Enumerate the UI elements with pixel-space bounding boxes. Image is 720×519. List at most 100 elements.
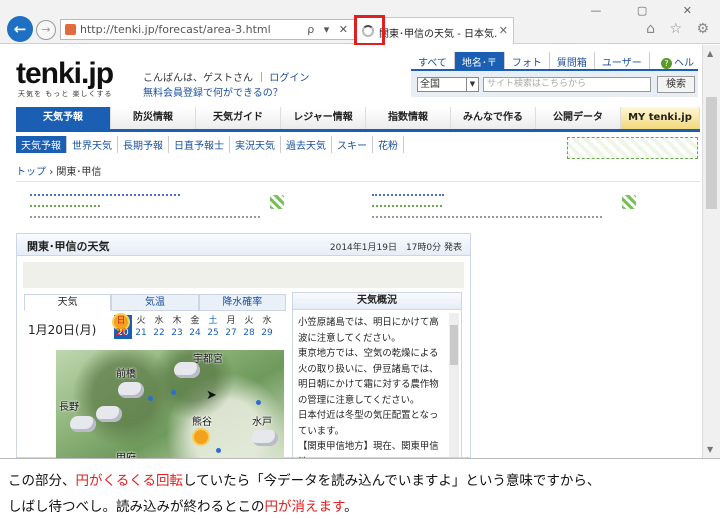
login-link[interactable]: ログイン	[269, 73, 309, 84]
day-number: 27	[225, 328, 237, 338]
sub-nav: 天気予報 世界天気 長期予報 日直予報士 実況天気 過去天気 スキー 花粉	[16, 136, 576, 153]
greeting: こんばんは、ゲストさん ｜ ログイン	[143, 69, 309, 84]
window-controls[interactable]: — ▢ ✕	[590, 4, 708, 17]
page-scrollbar[interactable]: ▲ ▼	[702, 45, 720, 458]
toolbar-icons[interactable]: ⌂ ☆ ⚙	[646, 21, 714, 37]
cloud-icon	[118, 382, 144, 398]
day-24[interactable]: 金 24	[186, 315, 204, 339]
loading-area	[23, 262, 464, 288]
sun-icon	[194, 430, 208, 444]
subnav-pollen[interactable]: 花粉	[373, 136, 404, 153]
city-maebashi: 前橋	[116, 369, 136, 380]
scope-qa[interactable]: 質問箱	[550, 52, 595, 69]
summary-line: 小笠原諸島では、明日にかけて高	[298, 317, 439, 328]
summary-text: 小笠原諸島では、明日にかけて高 波に注意してください。 東京地方では、空気の乾燥によ…	[298, 315, 444, 458]
panel-title: 関東･甲信の天気	[27, 240, 110, 253]
address-controls[interactable]: ρ ▾ ✕	[307, 23, 351, 36]
day-number: 25	[207, 328, 219, 338]
text-ad-left[interactable]	[30, 186, 270, 222]
summary-line: 明日朝にかけて霜に対する農作物	[298, 379, 439, 390]
day-28[interactable]: 火 28	[240, 315, 258, 339]
scope-photo[interactable]: フォト	[505, 52, 550, 69]
tab-close-icon[interactable]: ✕	[499, 24, 508, 37]
back-button[interactable]: ←	[7, 16, 33, 42]
tab-title: 関東･甲信の天気 - 日本気…	[379, 29, 497, 40]
banner-ad[interactable]	[567, 137, 698, 159]
summary-line: ています。	[298, 425, 344, 437]
day-21[interactable]: 火 21	[132, 315, 150, 339]
cloud-icon	[252, 430, 278, 446]
snow-cloud-icon	[70, 416, 96, 432]
day-number: 22	[153, 328, 165, 338]
summary-title: 天気概況	[293, 293, 461, 310]
subnav-world[interactable]: 世界天気	[67, 136, 118, 153]
weather-map[interactable]: 宇都宮 前橋 長野 熊谷 水戸 甲府 ➤	[56, 350, 284, 458]
station-dot-icon	[148, 396, 153, 401]
region-select[interactable]: 全国 ▼	[417, 77, 479, 92]
panel-header: 関東･甲信の天気 2014年1月19日 17時0分 発表	[17, 234, 470, 256]
address-url[interactable]: http://tenki.jp/forecast/area-3.html	[80, 23, 271, 36]
summary-line: 火の取り扱いに、伊豆諸島では、	[298, 363, 439, 375]
ad-badge-icon	[270, 195, 284, 209]
tab-temperature[interactable]: 気温	[111, 294, 199, 311]
site-tagline: 天気を もっと 楽しくする	[18, 90, 113, 98]
mouse-cursor-icon: ➤	[206, 388, 217, 403]
subnav-long-range[interactable]: 長期予報	[118, 136, 169, 153]
day-number: 28	[243, 328, 255, 338]
scope-place[interactable]: 地名･〒	[454, 52, 505, 69]
tab-precipitation[interactable]: 降水確率	[198, 294, 286, 311]
caption-line-1: この部分、円がくるくる回転していたら「今データを読み込んでいますよ」という意味で…	[8, 473, 601, 489]
day-weekday: 火	[136, 316, 146, 326]
day-number: 26	[115, 328, 127, 338]
nav-my-tenki[interactable]: MY tenki.jp	[621, 107, 700, 129]
site-logo[interactable]: tenki.jp	[16, 57, 114, 91]
subnav-forecaster[interactable]: 日直予報士	[169, 136, 230, 153]
greeting-text: こんばんは、ゲストさん	[143, 73, 253, 84]
subnav-observed[interactable]: 実況天気	[230, 136, 281, 153]
day-26[interactable]: 日 26	[114, 315, 128, 338]
scroll-up-icon[interactable]: ▲	[707, 49, 713, 58]
tab-weather[interactable]: 天気	[24, 294, 112, 311]
scrollbar-thumb[interactable]	[706, 97, 717, 209]
site-search-input[interactable]: サイト検索はこちらから	[483, 77, 651, 92]
site-favicon-icon	[65, 24, 76, 35]
day-27[interactable]: 月 27	[222, 315, 240, 339]
forward-button[interactable]: →	[36, 20, 56, 40]
nav-guide[interactable]: 天気ガイド	[196, 107, 281, 129]
address-bar[interactable]: http://tenki.jp/forecast/area-3.html ρ ▾…	[60, 19, 356, 40]
day-weekday: 木	[172, 316, 182, 326]
day-22[interactable]: 水 22	[150, 315, 168, 339]
register-link[interactable]: 無料会員登録で何ができるの？	[143, 84, 283, 99]
subnav-ski[interactable]: スキー	[332, 136, 373, 153]
nav-disaster[interactable]: 防災情報	[111, 107, 196, 129]
day-number: 21	[135, 328, 147, 338]
station-dot-icon	[171, 390, 176, 395]
nav-community[interactable]: みんなで作る	[451, 107, 536, 129]
issued-time: 2014年1月19日 17時0分 発表	[329, 243, 462, 253]
nav-open-data[interactable]: 公開データ	[536, 107, 621, 129]
ad-badge-icon	[622, 195, 636, 209]
nav-forecast[interactable]: 天気予報	[16, 107, 111, 129]
subnav-forecast[interactable]: 天気予報	[16, 136, 67, 153]
summary-scrollbar[interactable]	[449, 313, 459, 457]
summary-line: 東京地方では、空気の乾燥による	[298, 348, 439, 359]
help-icon: ?	[661, 58, 672, 69]
scope-all[interactable]: すべて	[411, 52, 455, 69]
scope-user[interactable]: ユーザー	[595, 52, 650, 69]
breadcrumb-separator: ›	[49, 167, 54, 178]
browser-chrome: ← → http://tenki.jp/forecast/area-3.html…	[0, 0, 720, 46]
text-ad-right[interactable]	[372, 186, 612, 222]
subnav-past[interactable]: 過去天気	[281, 136, 332, 153]
spinner-highlight-box	[354, 15, 385, 46]
chevron-down-icon: ▼	[466, 78, 478, 91]
search-button[interactable]: 検索	[657, 76, 695, 93]
scroll-down-icon[interactable]: ▼	[707, 445, 713, 454]
breadcrumb-top[interactable]: トップ	[16, 167, 46, 178]
nav-index[interactable]: 指数情報	[366, 107, 451, 129]
day-weekday: 土	[208, 316, 218, 326]
day-23[interactable]: 木 23	[168, 315, 186, 339]
breadcrumb-current: 関東･甲信	[56, 167, 102, 178]
nav-leisure[interactable]: レジャー情報	[281, 107, 366, 129]
day-25[interactable]: 土 25	[204, 315, 222, 339]
day-29[interactable]: 水 29	[258, 315, 276, 339]
